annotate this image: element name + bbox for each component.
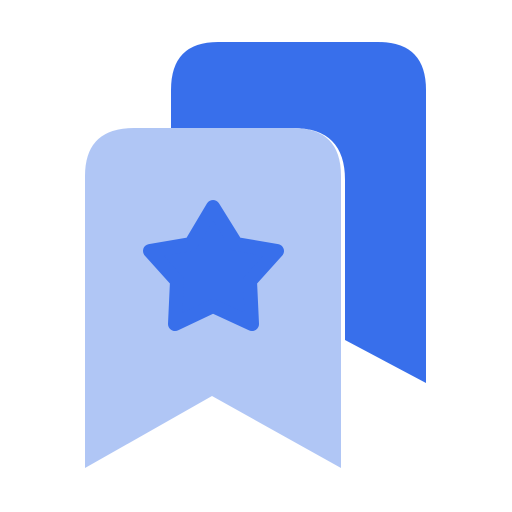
icon-canvas [0,0,512,512]
bookmarks-star-icon [85,42,426,468]
